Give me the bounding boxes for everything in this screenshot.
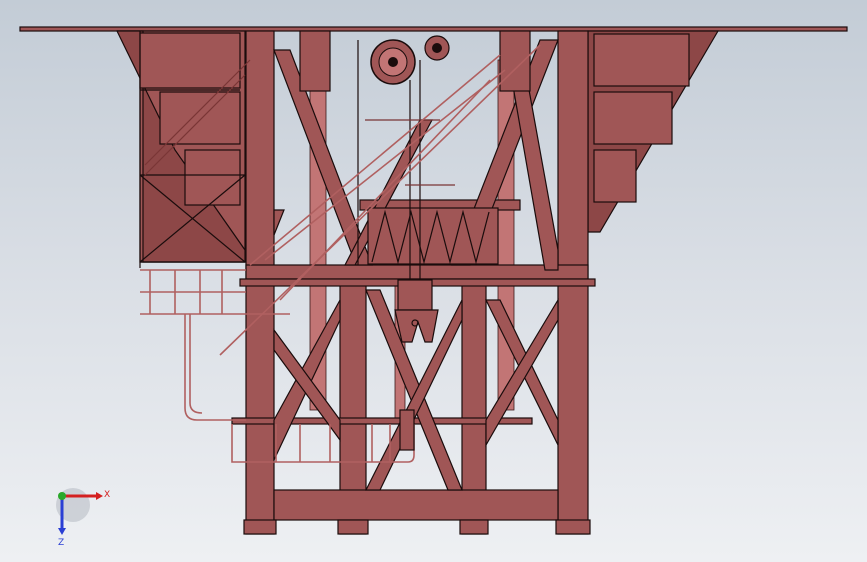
coordinate-triad: X Z [56,488,110,548]
hook-block [394,279,439,343]
right-hopper [587,30,720,233]
y-axis-dot [58,492,66,500]
tower-model-drawing: X Z [19,26,848,548]
z-axis-label: Z [58,538,64,548]
left-hopper [116,30,246,268]
x-axis-label: X [104,490,110,500]
winch-drum [299,30,531,92]
base-feet [243,519,591,535]
hoist-truss [367,207,499,265]
cad-viewport[interactable]: X Z [0,0,867,562]
